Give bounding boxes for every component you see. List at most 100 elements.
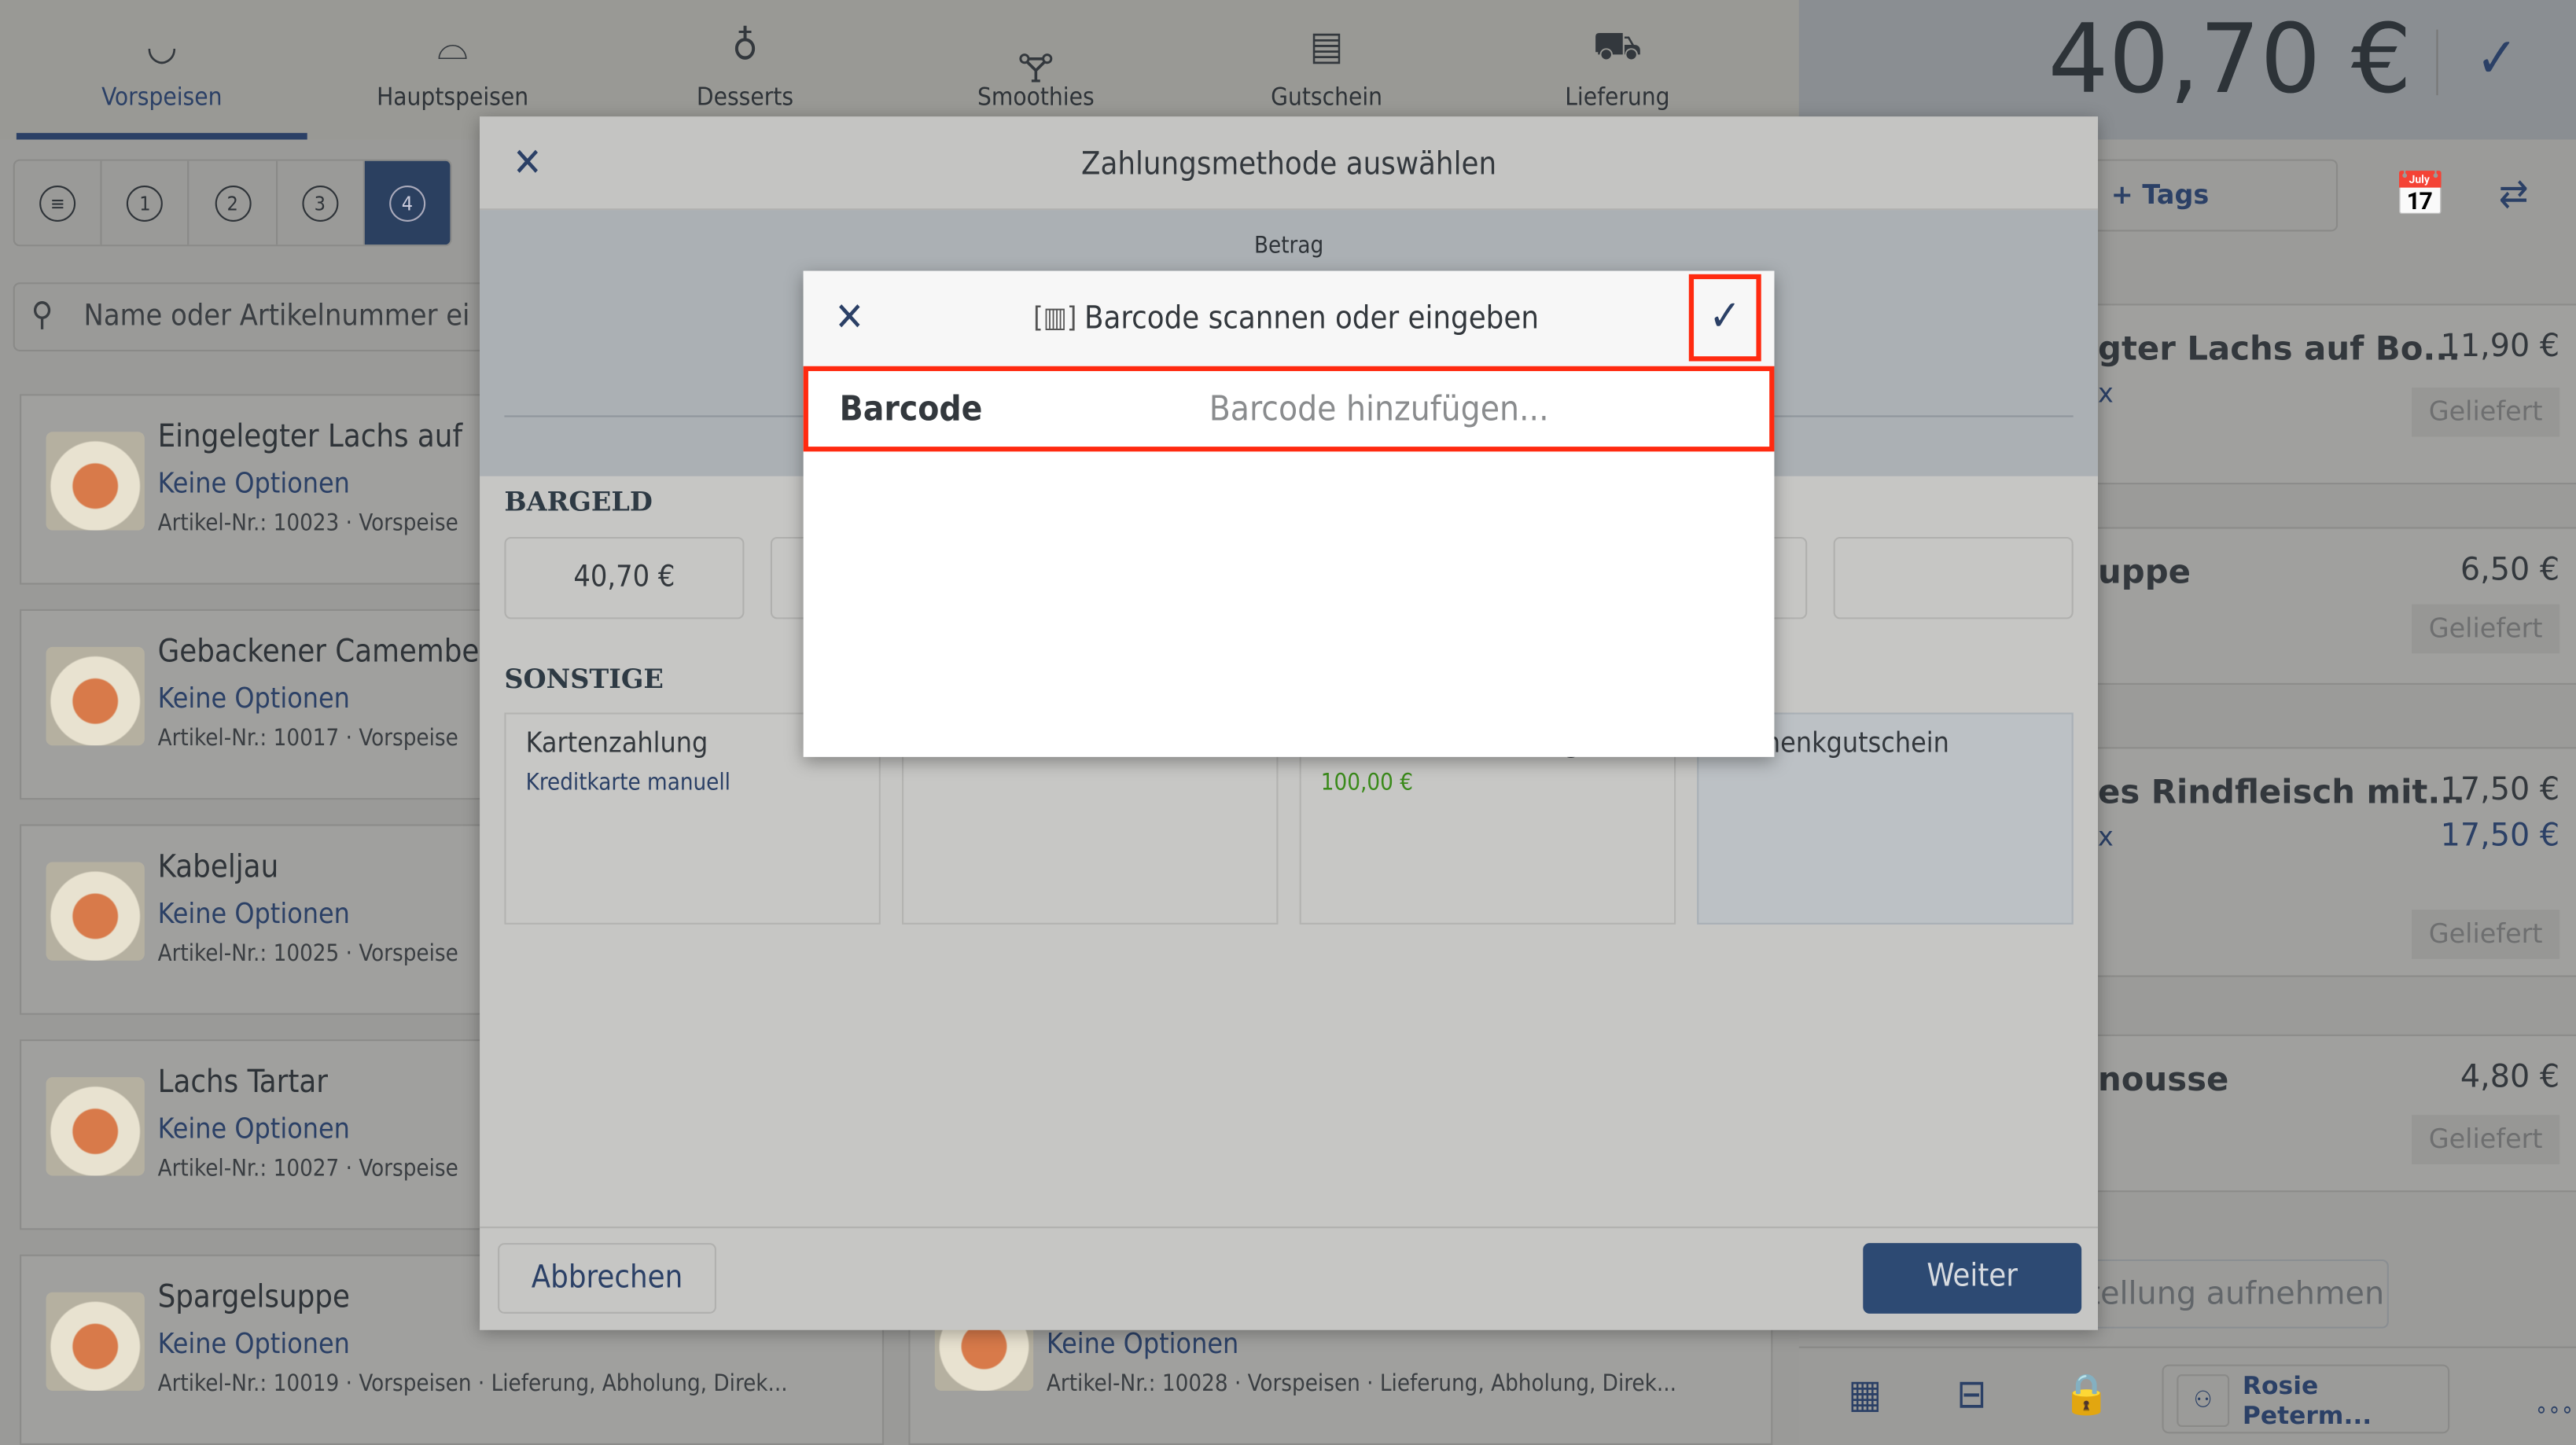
order-item[interactable]: gter Lachs auf Bo... 11,90 € x Geliefert: [2098, 303, 2576, 485]
barcode-icon: [▥]: [1033, 302, 1077, 336]
users-icon: ⚇: [2177, 1374, 2230, 1427]
product-name: Gebackener Camember: [157, 634, 491, 671]
cash-amount-button[interactable]: 40,70 €: [504, 536, 745, 620]
method-balance: 100,00 €: [1320, 770, 1413, 796]
method-subtitle: Kreditkarte manuell: [525, 770, 731, 796]
order-item[interactable]: es Rindfleisch mit... 17,50 € x 17,50 € Geli…: [2098, 747, 2576, 977]
product-name: Kabeljau: [157, 848, 279, 885]
status-badge: Geliefert: [2412, 910, 2560, 959]
product-image: [46, 432, 145, 531]
filter-label: 2: [214, 184, 251, 221]
close-icon[interactable]: ✕: [834, 294, 864, 340]
calendar-check-icon[interactable]: 📅: [2394, 171, 2447, 220]
amount-label: Betrag: [1253, 233, 1324, 259]
item-name: es Rindfleisch mit...: [2098, 771, 2465, 811]
order-item[interactable]: nousse 4,80 € Geliefert: [2098, 1034, 2576, 1193]
minus-box-icon[interactable]: ⊟: [1956, 1371, 1986, 1417]
confirm-check-button[interactable]: ✓: [1688, 274, 1761, 362]
modal-header: ✕ Zahlungsmethode auswählen: [480, 116, 2099, 211]
barcode-input-row[interactable]: Barcode Barcode hinzufügen...: [803, 366, 1775, 452]
confirm-check-icon[interactable]: ✓: [2476, 26, 2519, 92]
status-badge: Geliefert: [2412, 604, 2560, 654]
item-name: gter Lachs auf Bo...: [2098, 328, 2461, 368]
grid-icon[interactable]: ▦: [1848, 1371, 1882, 1417]
tab-label: Desserts: [696, 82, 794, 112]
lock-icon[interactable]: 🔒: [2062, 1371, 2110, 1417]
tab-label: Lieferung: [1565, 82, 1670, 112]
user-card[interactable]: ⚇ Rosie Peterm...: [2162, 1364, 2450, 1434]
item-price: 11,90 €: [2440, 328, 2560, 365]
status-badge: Geliefert: [2412, 1115, 2560, 1164]
tags-button[interactable]: + Tags: [2086, 159, 2339, 232]
cash-custom-button[interactable]: [1833, 536, 2074, 620]
search-icon: ⚲: [31, 293, 53, 333]
barcode-dialog-header: ✕ [▥] Barcode scannen oder eingeben ✓: [803, 270, 1775, 366]
barcode-dialog-title: Barcode scannen oder eingeben: [1084, 300, 1539, 337]
order-total: 40,70 €: [2048, 3, 2412, 116]
product-image: [46, 646, 145, 746]
product-options: Keine Optionen: [157, 682, 350, 716]
product-name: Lachs Tartar: [157, 1064, 328, 1101]
filter-2[interactable]: 2: [190, 160, 278, 245]
product-name: Spargelsuppe: [157, 1279, 350, 1315]
divider: [480, 1226, 2099, 1229]
item-name: nousse: [2098, 1059, 2229, 1099]
method-title: Kartenzahlung: [525, 727, 708, 761]
product-image: [46, 862, 145, 961]
tab-label: Vorspeisen: [101, 82, 223, 112]
course-filter: ≡ 1 2 3 4: [13, 159, 452, 247]
product-article: Artikel-Nr.: 10017 · Vorspeise: [157, 726, 458, 752]
voucher-icon: ▤: [1309, 23, 1344, 69]
product-article: Artikel-Nr.: 10023 · Vorspeise: [157, 510, 458, 537]
filter-label: 1: [127, 184, 164, 221]
product-article: Artikel-Nr.: 10019 · Vorspeisen · Liefer…: [157, 1370, 788, 1398]
more-icon[interactable]: ∘∘∘: [2535, 1397, 2574, 1423]
product-article: Artikel-Nr.: 10027 · Vorspeise: [157, 1156, 458, 1182]
item-price: 6,50 €: [2460, 551, 2560, 588]
search-input[interactable]: ⚲ Name oder Artikelnummer ei: [13, 282, 506, 351]
sundae-icon: ♁: [731, 23, 759, 69]
product-article: Artikel-Nr.: 10028 · Vorspeisen · Liefer…: [1046, 1370, 1676, 1398]
method-title: henkgutschein: [1764, 727, 1949, 761]
item-price: 4,80 €: [2460, 1059, 2560, 1096]
tab-label: Hauptspeisen: [377, 82, 529, 112]
product-image: [46, 1292, 145, 1392]
soup-bowl-icon: ◡: [146, 23, 178, 69]
status-badge: Geliefert: [2412, 387, 2560, 437]
next-button[interactable]: Weiter: [1863, 1243, 2082, 1314]
bottom-toolbar: ▦ ⊟ 🔒 ⚇ Rosie Peterm... ∘∘∘: [1798, 1346, 2576, 1445]
transfer-icon[interactable]: ⇄: [2499, 171, 2529, 216]
product-options: Keine Optionen: [157, 468, 350, 502]
cash-section-title: BARGELD: [504, 486, 653, 517]
product-options: Keine Optionen: [1046, 1328, 1239, 1362]
tab-label: Gutschein: [1271, 82, 1383, 112]
item-name: uppe: [2098, 551, 2191, 591]
cloche-icon: ⌓: [436, 23, 469, 69]
delivery-truck-icon: ⛟: [1592, 23, 1643, 69]
product-options: Keine Optionen: [157, 1113, 350, 1146]
barcode-input[interactable]: Barcode hinzufügen...: [1209, 389, 1549, 428]
product-name: Eingelegter Lachs auf: [157, 418, 463, 455]
filter-3[interactable]: 3: [277, 160, 365, 245]
item-price: 17,50 €: [2440, 771, 2560, 808]
order-item[interactable]: uppe 6,50 € Geliefert: [2098, 527, 2576, 685]
active-tab-indicator: [16, 133, 307, 140]
filter-1[interactable]: 1: [102, 160, 190, 245]
modal-title: Zahlungsmethode auswählen: [1080, 145, 1497, 182]
item-qty: x: [2098, 821, 2114, 852]
product-image: [46, 1077, 145, 1176]
item-subprice: 17,50 €: [2440, 818, 2560, 855]
other-section-title: SONSTIGE: [504, 663, 664, 695]
tab-label: Smoothies: [977, 82, 1095, 112]
user-name: Rosie Peterm...: [2242, 1370, 2372, 1431]
barcode-dialog: ✕ [▥] Barcode scannen oder eingeben ✓ Ba…: [803, 270, 1775, 757]
filter-label: 3: [301, 184, 338, 221]
filter-history[interactable]: ≡: [15, 160, 102, 245]
filter-4[interactable]: 4: [364, 160, 451, 245]
cancel-button[interactable]: Abbrechen: [498, 1243, 716, 1314]
filter-label: 4: [388, 184, 425, 221]
tab-vorspeisen[interactable]: ◡ Vorspeisen: [17, 0, 307, 140]
product-options: Keine Optionen: [157, 898, 350, 932]
product-article: Artikel-Nr.: 10025 · Vorspeise: [157, 940, 458, 968]
search-placeholder: Name oder Artikelnummer ei: [83, 299, 470, 333]
